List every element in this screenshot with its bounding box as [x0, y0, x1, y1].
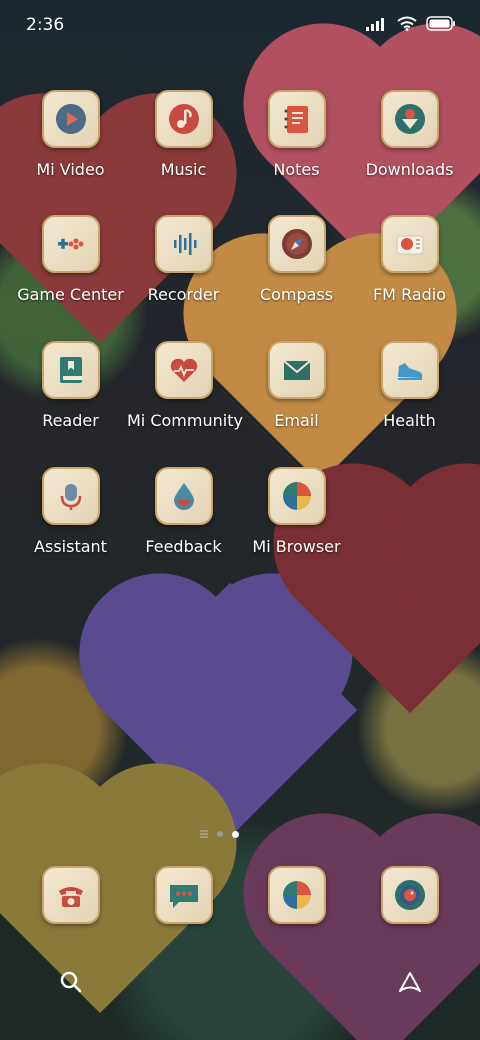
app-tile — [154, 467, 213, 525]
clock: 2:36 — [26, 15, 65, 35]
app-tile — [154, 90, 213, 148]
app-label: Notes — [273, 160, 320, 179]
envelope-icon — [282, 360, 311, 380]
app-label: Downloads — [365, 160, 454, 179]
app-tile — [267, 341, 326, 399]
page-indicator[interactable] — [200, 830, 239, 838]
app-tile — [380, 341, 439, 399]
app-label: Recorder — [147, 285, 220, 304]
app-label: FM Radio — [372, 285, 447, 304]
page-dot-active — [232, 830, 239, 838]
app-label: Reader — [42, 411, 99, 430]
chat-bubble-icon — [169, 885, 198, 908]
app-compass[interactable]: Compass — [240, 215, 353, 304]
app-feedback[interactable]: Feedback — [127, 467, 240, 556]
app-game-center[interactable]: Game Center — [14, 215, 127, 304]
battery-icon — [426, 16, 455, 31]
app-reader[interactable]: Reader — [14, 341, 127, 430]
app-music[interactable]: Music — [127, 90, 240, 179]
app-tile — [154, 341, 213, 399]
heart-pulse-icon — [170, 358, 197, 382]
notebook-icon — [284, 106, 308, 133]
app-mi-browser[interactable]: Mi Browser — [240, 467, 353, 556]
wifi-icon — [397, 16, 417, 31]
app-drawer-icon[interactable] — [396, 970, 424, 994]
app-mi-community[interactable]: Mi Community — [127, 341, 243, 430]
app-tile — [267, 90, 326, 148]
app-tile — [380, 215, 439, 273]
app-label: Email — [274, 411, 319, 430]
telephone-icon — [58, 887, 83, 907]
dock-camera[interactable] — [353, 866, 466, 924]
app-downloads[interactable]: Downloads — [353, 90, 466, 179]
shoe-icon — [397, 363, 422, 380]
dock-messages[interactable] — [127, 866, 240, 924]
app-tile — [267, 215, 326, 273]
pie-icon — [282, 881, 311, 909]
app-health[interactable]: Health — [353, 341, 466, 430]
app-label: Game Center — [17, 285, 124, 304]
app-label: Music — [160, 160, 207, 179]
app-label: Health — [383, 411, 436, 430]
app-tile — [41, 215, 100, 273]
app-tile — [154, 215, 213, 273]
app-tile — [41, 866, 100, 924]
app-notes[interactable]: Notes — [240, 90, 353, 179]
app-assistant[interactable]: Assistant — [14, 467, 127, 556]
gamepad-icon — [57, 238, 83, 250]
app-label: Compass — [259, 285, 334, 304]
app-label: Feedback — [145, 537, 222, 556]
app-label: Mi Community — [127, 411, 243, 430]
book-icon — [59, 357, 82, 383]
compass-icon — [281, 229, 312, 259]
pie-icon — [282, 482, 311, 510]
app-tile — [267, 467, 326, 525]
app-tile — [380, 866, 439, 924]
download-arrow-icon — [394, 104, 425, 134]
app-mi-video[interactable]: Mi Video — [14, 90, 127, 179]
radio-icon — [396, 235, 423, 255]
signal-icon — [366, 17, 384, 31]
app-tile — [267, 866, 326, 924]
play-icon — [55, 104, 86, 134]
app-label: Mi Browser — [252, 537, 341, 556]
menu-lines-icon — [200, 830, 208, 838]
app-fm-radio[interactable]: FM Radio — [353, 215, 466, 304]
app-label: Assistant — [34, 537, 107, 556]
water-drop-icon — [173, 483, 194, 510]
dock-browser[interactable] — [240, 866, 353, 924]
soundwave-icon — [173, 233, 196, 255]
page-dot — [217, 831, 223, 837]
app-tile — [41, 467, 100, 525]
app-tile — [380, 90, 439, 148]
music-note-icon — [168, 104, 199, 134]
dock-phone[interactable] — [14, 866, 127, 924]
status-bar: 2:36 — [0, 0, 480, 50]
camera-lens-icon — [394, 880, 425, 910]
search-icon[interactable] — [59, 970, 83, 994]
app-label: Mi Video — [36, 160, 105, 179]
app-tile — [41, 90, 100, 148]
bottom-bar — [0, 960, 480, 1010]
app-tile — [41, 341, 100, 399]
status-icons — [366, 16, 456, 31]
microphone-icon — [60, 484, 81, 510]
app-email[interactable]: Email — [240, 341, 353, 430]
app-tile — [154, 866, 213, 924]
app-recorder[interactable]: Recorder — [127, 215, 240, 304]
